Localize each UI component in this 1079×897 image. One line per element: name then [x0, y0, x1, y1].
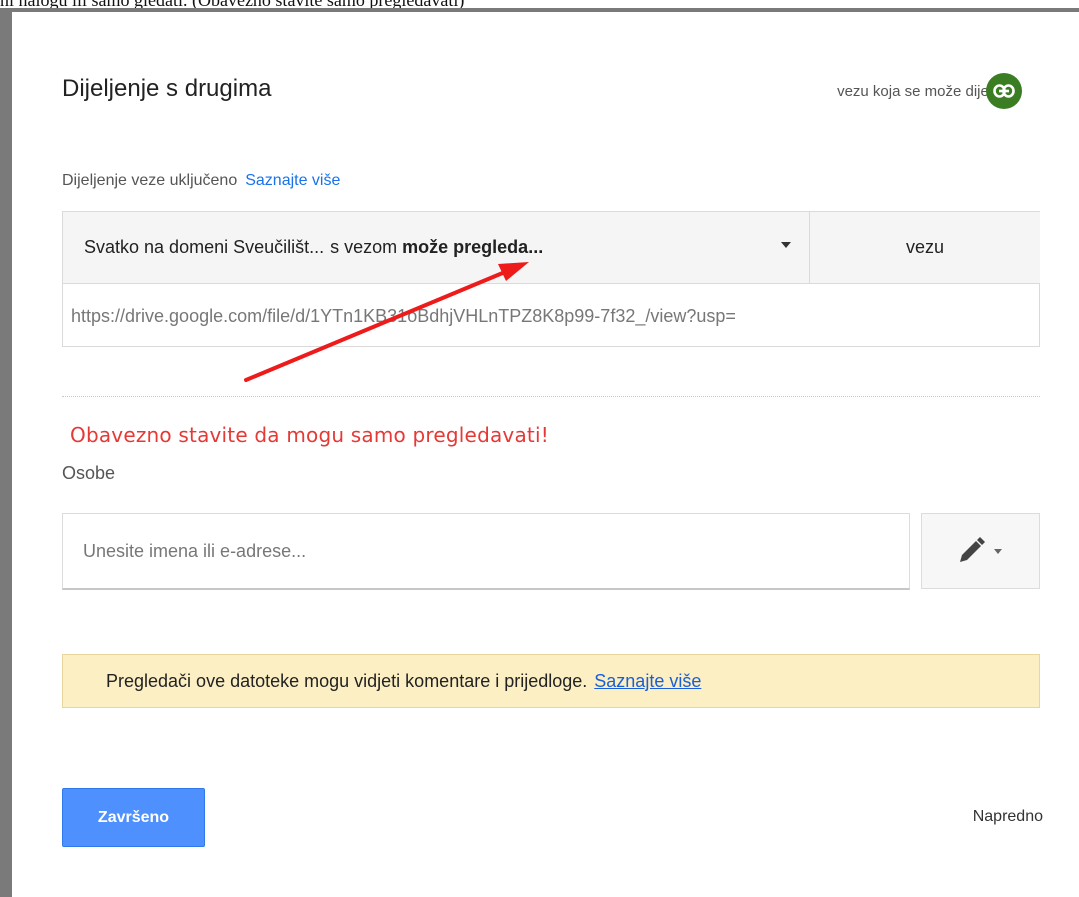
advanced-link[interactable]: Napredno — [973, 808, 1043, 826]
permission-with-link-text: s vezom — [330, 237, 398, 257]
dialog-title: Dijeljenje s drugima — [62, 75, 272, 102]
get-shareable-link-button[interactable] — [986, 73, 1022, 109]
copy-link-button[interactable]: vezu — [810, 212, 1040, 284]
link-permission-dropdown[interactable]: Svatko na domeni Sveučilišt... s vezom m… — [63, 212, 810, 284]
info-learn-more-link[interactable]: Saznajte više — [594, 671, 701, 692]
shareable-link-text: vezu koja se može dijeliti — [837, 83, 1003, 100]
learn-more-link[interactable]: Saznajte više — [245, 172, 340, 189]
link-sharing-status: Dijeljenje veze uključeno Saznajte više — [62, 172, 340, 190]
copy-link-label: vezu — [905, 237, 945, 257]
caret-down-icon — [781, 242, 791, 248]
pencil-icon — [959, 537, 1002, 562]
annotation-warning-text: Obavezno stavite da mogu samo pregledava… — [70, 423, 549, 447]
people-label: Osobe — [62, 463, 116, 483]
edit-permission-button[interactable] — [921, 513, 1040, 589]
shareable-link-label: vezu koja se može dijeliti — [837, 83, 1009, 100]
link-permission-box: Svatko na domeni Sveučilišt... s vezom m… — [62, 211, 1040, 347]
info-bar-text: Pregledači ove datoteke mogu vidjeti kom… — [106, 670, 588, 691]
share-dialog — [12, 12, 1079, 897]
link-icon — [993, 84, 1015, 98]
share-url-field[interactable]: https://drive.google.com/file/d/1YTn1KB3… — [71, 296, 1033, 336]
done-button[interactable]: Završeno — [62, 788, 205, 847]
permission-level-text: može pregleda... — [402, 237, 544, 257]
permission-domain-text: Svatko na domeni Sveučilišt... — [84, 237, 325, 257]
people-email-input[interactable]: Unesite imena ili e-adrese... — [62, 513, 910, 590]
link-sharing-status-text: Dijeljenje veze uključeno — [62, 172, 238, 189]
section-divider — [62, 396, 1040, 397]
commenters-info-bar: Pregledači ove datoteke mogu vidjeti kom… — [62, 654, 1040, 708]
